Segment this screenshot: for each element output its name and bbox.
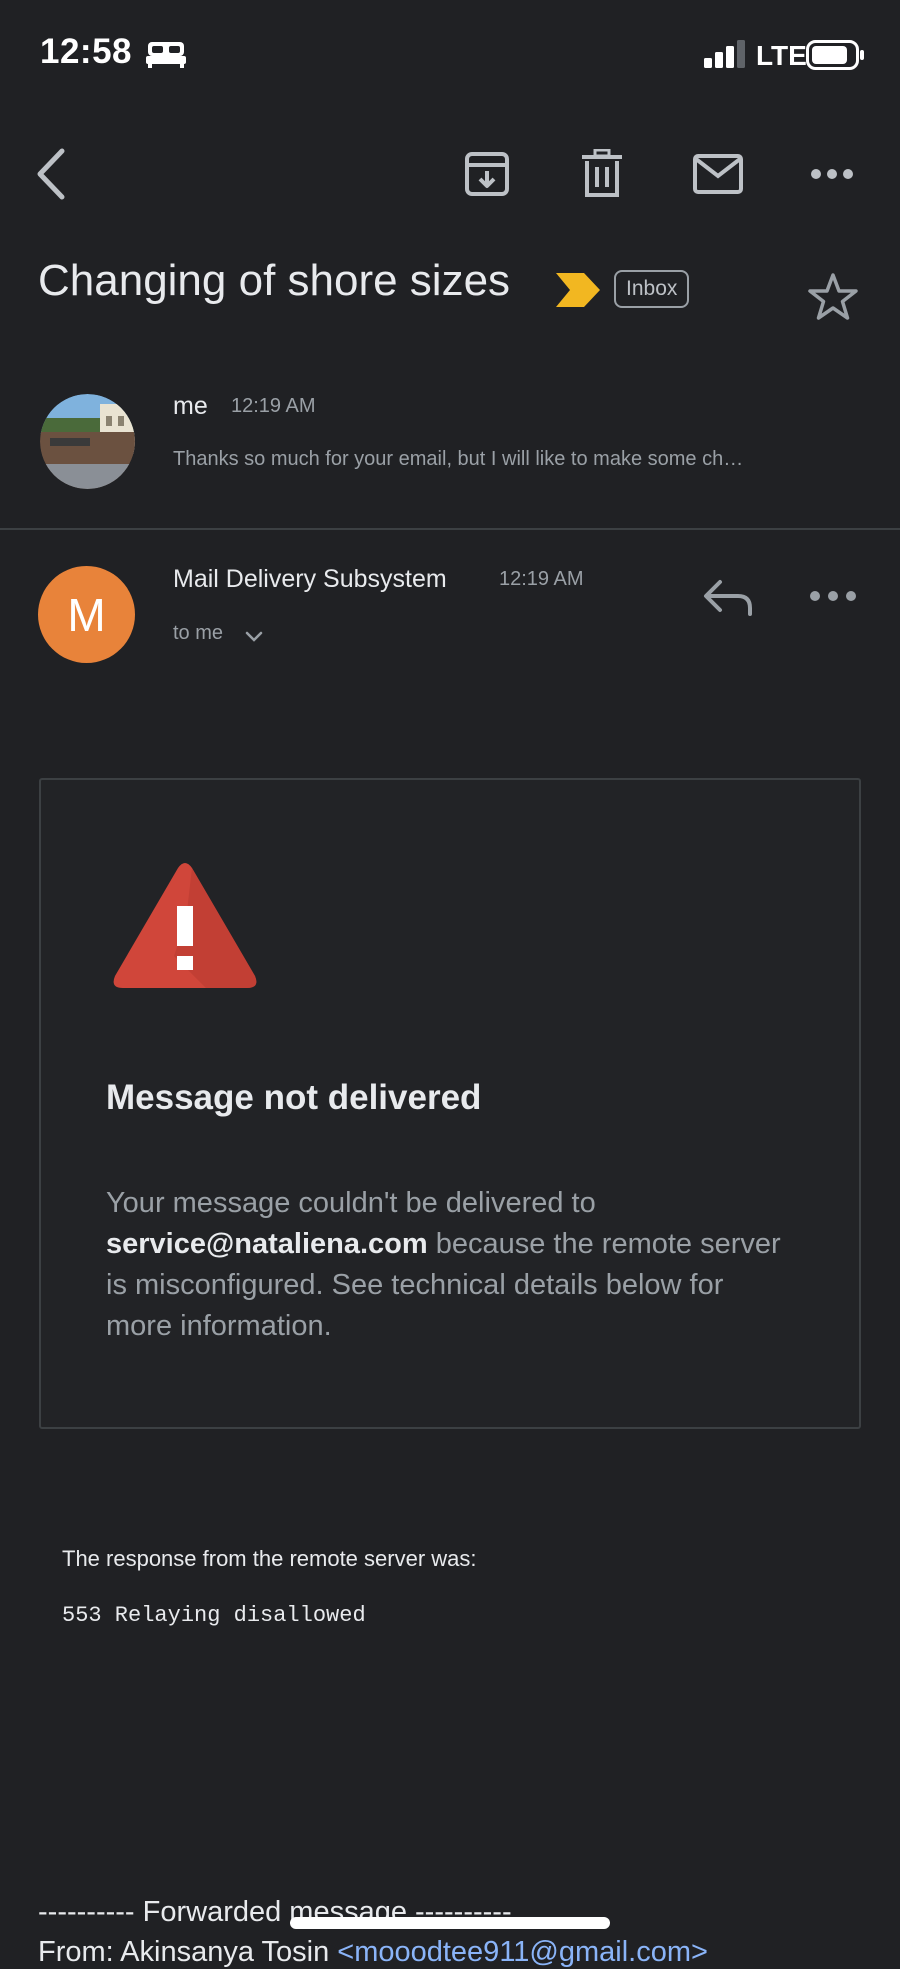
inbox-label-chip[interactable]: Inbox [614, 270, 690, 308]
more-options-button[interactable] [802, 144, 862, 204]
network-type: LTE [756, 40, 807, 71]
battery-icon [806, 40, 864, 70]
more-horizontal-icon [810, 591, 856, 601]
back-button[interactable] [22, 144, 82, 204]
chevron-down-icon[interactable] [244, 630, 264, 644]
mail-icon [693, 154, 743, 194]
status-time: 12:58 [40, 32, 133, 71]
more-horizontal-icon [811, 169, 853, 179]
mark-unread-button[interactable] [688, 144, 748, 204]
from-prefix: From: Akinsanya Tosin [38, 1936, 338, 1968]
archive-icon [465, 152, 509, 196]
failed-address: service@nataliena.com [106, 1228, 428, 1260]
recipient-details[interactable]: to me [173, 622, 223, 645]
message2-sender: Mail Delivery Subsystem [173, 565, 447, 593]
message1-sender: me [173, 392, 208, 420]
message-more-button[interactable] [806, 572, 860, 620]
star-icon[interactable] [808, 272, 858, 322]
reply-icon [704, 580, 752, 616]
back-arrow-icon [37, 148, 65, 200]
thread-subject: Changing of shore sizes [38, 256, 511, 305]
important-label-icon[interactable] [556, 273, 600, 307]
divider [0, 528, 900, 530]
from-email-link[interactable]: <mooodtee911@gmail.com> [337, 1936, 708, 1968]
delete-button[interactable] [572, 144, 632, 204]
sender-avatar[interactable]: M [38, 566, 135, 663]
archive-button[interactable] [457, 144, 517, 204]
card-body-prefix: Your message couldn't be delivered to [106, 1187, 596, 1219]
message1-snippet[interactable]: Thanks so much for your email, but I wil… [173, 448, 863, 471]
trash-icon [582, 149, 622, 197]
cellular-signal-icon [704, 40, 745, 68]
response-code: 553 Relaying disallowed [62, 1603, 366, 1628]
reply-button[interactable] [700, 568, 760, 624]
forwarded-from: From: Akinsanya Tosin <mooodtee911@gmail… [38, 1936, 708, 1969]
response-label: The response from the remote server was: [62, 1546, 477, 1571]
sleep-mode-icon [146, 42, 186, 68]
message2-time: 12:19 AM [499, 568, 584, 590]
card-title: Message not delivered [106, 1078, 482, 1117]
card-body: Your message couldn't be delivered to se… [106, 1183, 796, 1347]
message1-time: 12:19 AM [231, 395, 316, 417]
sender-avatar-photo[interactable] [40, 394, 135, 489]
warning-triangle-icon [113, 863, 257, 988]
home-indicator[interactable] [290, 1917, 610, 1929]
